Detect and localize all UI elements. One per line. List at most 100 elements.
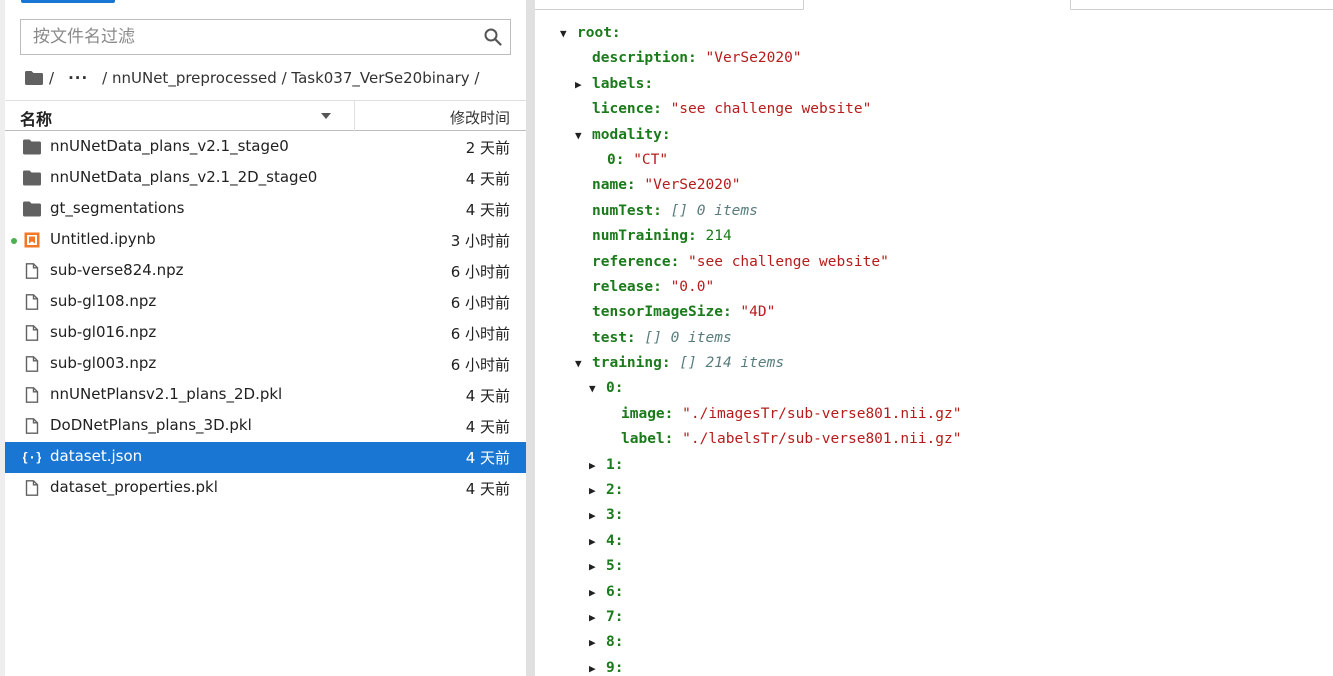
file-name: dataset.json <box>50 447 143 465</box>
column-modified[interactable]: 修改时间 <box>450 107 510 128</box>
collapsed-arrow-icon[interactable]: ▶ <box>589 478 596 503</box>
file-icon <box>23 325 41 341</box>
json-key: 3: <box>606 507 624 524</box>
file-row[interactable]: sub-gl003.npz 6 小时前 <box>5 349 526 380</box>
file-row[interactable]: sub-verse824.npz 6 小时前 <box>5 256 526 287</box>
json-value: "./imagesTr/sub-verse801.nii.gz" <box>682 405 962 422</box>
json-node-training-1[interactable]: ▶ 1: <box>535 453 1333 478</box>
json-key: labels: <box>592 75 654 92</box>
json-node-root[interactable]: ▼ root: <box>535 21 1333 46</box>
collapsed-arrow-icon[interactable]: ▶ <box>589 554 596 579</box>
breadcrumb-path[interactable]: / nnUNet_preprocessed / Task037_VerSe20b… <box>102 69 479 87</box>
training-collapsed-nodes: ▶ 1: ▶ 2: ▶ 3: ▶ 4: ▶ 5: ▶ 6: ▶ 7: ▶ 8: ▶ 9: <box>535 453 1333 676</box>
json-node-description: description: "VerSe2020" <box>535 46 1333 71</box>
search-icon[interactable] <box>484 28 502 46</box>
json-key: 0: <box>606 380 624 397</box>
expanded-arrow-icon[interactable]: ▼ <box>560 21 567 46</box>
collapsed-arrow-icon[interactable]: ▶ <box>589 580 596 605</box>
file-name: sub-gl108.npz <box>50 292 157 310</box>
expanded-arrow-icon[interactable]: ▼ <box>575 123 582 148</box>
file-modified-time: 4 天前 <box>465 480 510 498</box>
file-modified-time: 6 小时前 <box>450 325 510 343</box>
collapsed-arrow-icon[interactable]: ▶ <box>589 529 596 554</box>
json-node-training-6[interactable]: ▶ 6: <box>535 580 1333 605</box>
file-row[interactable]: sub-gl016.npz 6 小时前 <box>5 318 526 349</box>
json-key: 1: <box>606 456 624 473</box>
file-name: nnUNetData_plans_v2.1_2D_stage0 <box>50 168 318 186</box>
collapsed-arrow-icon[interactable]: ▶ <box>589 656 596 676</box>
file-icon <box>23 387 41 403</box>
active-tab[interactable] <box>803 0 1071 10</box>
breadcrumb-ellipsis[interactable]: ··· <box>68 69 88 87</box>
file-name: Untitled.ipynb <box>50 230 156 248</box>
expanded-arrow-icon[interactable]: ▼ <box>575 351 582 376</box>
json-key: root: <box>577 25 621 41</box>
json-node-training-9[interactable]: ▶ 9: <box>535 656 1333 676</box>
json-value: "see challenge website" <box>688 253 889 270</box>
json-key: 9: <box>606 659 624 676</box>
file-row[interactable]: dataset_properties.pkl 4 天前 <box>5 473 526 504</box>
collapsed-arrow-icon[interactable]: ▶ <box>575 72 582 97</box>
sort-descending-icon[interactable] <box>321 113 331 119</box>
json-key: 5: <box>606 558 624 575</box>
json-key: test: <box>592 329 636 346</box>
json-node-training-4[interactable]: ▶ 4: <box>535 529 1333 554</box>
file-icon <box>23 418 41 434</box>
json-node-image: image: "./imagesTr/sub-verse801.nii.gz" <box>535 402 1333 427</box>
json-key: training: <box>592 355 671 372</box>
json-key: 2: <box>606 482 624 499</box>
file-row[interactable]: Untitled.ipynb 3 小时前 <box>5 225 526 256</box>
folder-icon <box>23 201 41 217</box>
svg-text:{·}: {·} <box>23 451 41 465</box>
json-key: tensorImageSize: <box>592 304 732 321</box>
filter-input[interactable] <box>21 20 476 54</box>
collapsed-arrow-icon[interactable]: ▶ <box>589 453 596 478</box>
json-node-name: name: "VerSe2020" <box>535 173 1333 198</box>
panel-splitter[interactable] <box>526 0 535 676</box>
json-node-training-5[interactable]: ▶ 5: <box>535 554 1333 579</box>
json-value: "CT" <box>633 151 669 168</box>
json-value: "0.0" <box>670 278 715 295</box>
json-key: description: <box>592 50 697 67</box>
running-indicator-icon <box>11 238 17 244</box>
json-meta: [] 214 items <box>679 355 785 372</box>
file-row[interactable]: DoDNetPlans_plans_3D.pkl 4 天前 <box>5 411 526 442</box>
json-node-licence: licence: "see challenge website" <box>535 97 1333 122</box>
json-node-training-2[interactable]: ▶ 2: <box>535 478 1333 503</box>
json-node-training-3[interactable]: ▶ 3: <box>535 503 1333 528</box>
file-modified-time: 6 小时前 <box>450 294 510 312</box>
json-node-modality[interactable]: ▼ modality: <box>535 123 1333 148</box>
file-modified-time: 3 小时前 <box>450 232 510 250</box>
file-row[interactable]: sub-gl108.npz 6 小时前 <box>5 287 526 318</box>
file-row[interactable]: {·} dataset.json 4 天前 <box>5 442 526 473</box>
notebook-icon <box>23 232 41 248</box>
file-row[interactable]: nnUNetPlansv2.1_plans_2D.pkl 4 天前 <box>5 380 526 411</box>
expanded-arrow-icon[interactable]: ▼ <box>589 376 596 401</box>
json-node-numTraining: numTraining: 214 <box>535 224 1333 249</box>
json-tree: ▼ root: description: "VerSe2020" ▶ label… <box>535 21 1333 676</box>
json-key: 6: <box>606 583 624 600</box>
file-modified-time: 6 小时前 <box>450 356 510 374</box>
file-row[interactable]: nnUNetData_plans_v2.1_stage0 2 天前 <box>5 132 526 163</box>
json-node-training-8[interactable]: ▶ 8: <box>535 630 1333 655</box>
json-node-training-7[interactable]: ▶ 7: <box>535 605 1333 630</box>
json-node-training-0[interactable]: ▼ 0: <box>535 376 1333 401</box>
collapsed-arrow-icon[interactable]: ▶ <box>589 630 596 655</box>
collapsed-arrow-icon[interactable]: ▶ <box>589 605 596 630</box>
file-row[interactable]: gt_segmentations 4 天前 <box>5 194 526 225</box>
file-name: gt_segmentations <box>50 199 185 217</box>
breadcrumb-separator: / <box>49 69 55 87</box>
json-key: 4: <box>606 532 624 549</box>
json-node-labels[interactable]: ▶ labels: <box>535 72 1333 97</box>
file-row[interactable]: nnUNetData_plans_v2.1_2D_stage0 4 天前 <box>5 163 526 194</box>
new-launcher-button[interactable] <box>21 0 115 3</box>
column-name[interactable]: 名称 <box>5 101 355 131</box>
file-name: DoDNetPlans_plans_3D.pkl <box>50 416 252 434</box>
folder-icon[interactable] <box>25 71 43 85</box>
collapsed-arrow-icon[interactable]: ▶ <box>589 503 596 528</box>
json-key: numTraining: <box>592 228 697 245</box>
json-key: 0: <box>607 151 625 168</box>
json-key: 7: <box>606 608 624 625</box>
file-modified-time: 4 天前 <box>465 387 510 405</box>
json-node-training[interactable]: ▼ training: [] 214 items <box>535 351 1333 376</box>
